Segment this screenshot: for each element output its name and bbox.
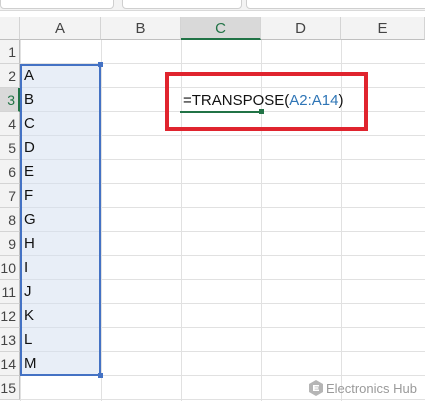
watermark-brand: Electronics Hub <box>325 380 417 396</box>
row-header-2[interactable]: 2 <box>0 64 20 88</box>
row-header-13[interactable]: 13 <box>0 328 20 352</box>
watermark: Electronics Hub <box>308 377 417 399</box>
row-header-10[interactable]: 10 <box>0 256 20 280</box>
column-header-a[interactable]: A <box>20 17 101 40</box>
formula-input[interactable] <box>246 0 425 9</box>
cell-a8[interactable]: G <box>21 208 101 231</box>
name-box[interactable] <box>0 0 114 9</box>
cell-a7[interactable]: F <box>21 184 101 207</box>
cell-a3[interactable]: B <box>21 88 101 111</box>
row-header-11[interactable]: 11 <box>0 280 20 304</box>
cell-a11[interactable]: J <box>21 280 101 303</box>
column-header-e[interactable]: E <box>341 17 425 40</box>
column-header-c[interactable]: C <box>181 17 261 40</box>
column-header-b[interactable]: B <box>101 17 181 40</box>
row-header-6[interactable]: 6 <box>0 160 20 184</box>
row-header-12[interactable]: 12 <box>0 304 20 328</box>
row-header-3[interactable]: 3 <box>0 88 20 112</box>
row-header-8[interactable]: 8 <box>0 208 20 232</box>
cell-a5[interactable]: D <box>21 136 101 159</box>
row-header-14[interactable]: 14 <box>0 352 20 376</box>
cell-a6[interactable]: E <box>21 160 101 183</box>
cell-a9[interactable]: H <box>21 232 101 255</box>
row-header-4[interactable]: 4 <box>0 112 20 136</box>
column-header-d[interactable]: D <box>261 17 341 40</box>
highlight-box <box>165 72 368 131</box>
row-header-7[interactable]: 7 <box>0 184 20 208</box>
row-header-15[interactable]: 15 <box>0 376 20 400</box>
select-all-corner[interactable] <box>0 17 20 40</box>
row-header-5[interactable]: 5 <box>0 136 20 160</box>
formula-bar-strip <box>0 0 425 11</box>
cell-a2[interactable]: A <box>21 64 101 87</box>
row-header-1[interactable]: 1 <box>0 40 20 64</box>
formula-controls[interactable] <box>122 0 242 9</box>
cell-a12[interactable]: K <box>21 304 101 327</box>
electronics-hub-logo-icon <box>308 380 323 396</box>
cell-a14[interactable]: M <box>21 352 101 375</box>
cell-a4[interactable]: C <box>21 112 101 135</box>
gridline-horizontal <box>20 399 425 400</box>
cell-a10[interactable]: I <box>21 256 101 279</box>
gridline-vertical <box>101 40 102 401</box>
row-header-9[interactable]: 9 <box>0 232 20 256</box>
cell-a13[interactable]: L <box>21 328 101 351</box>
